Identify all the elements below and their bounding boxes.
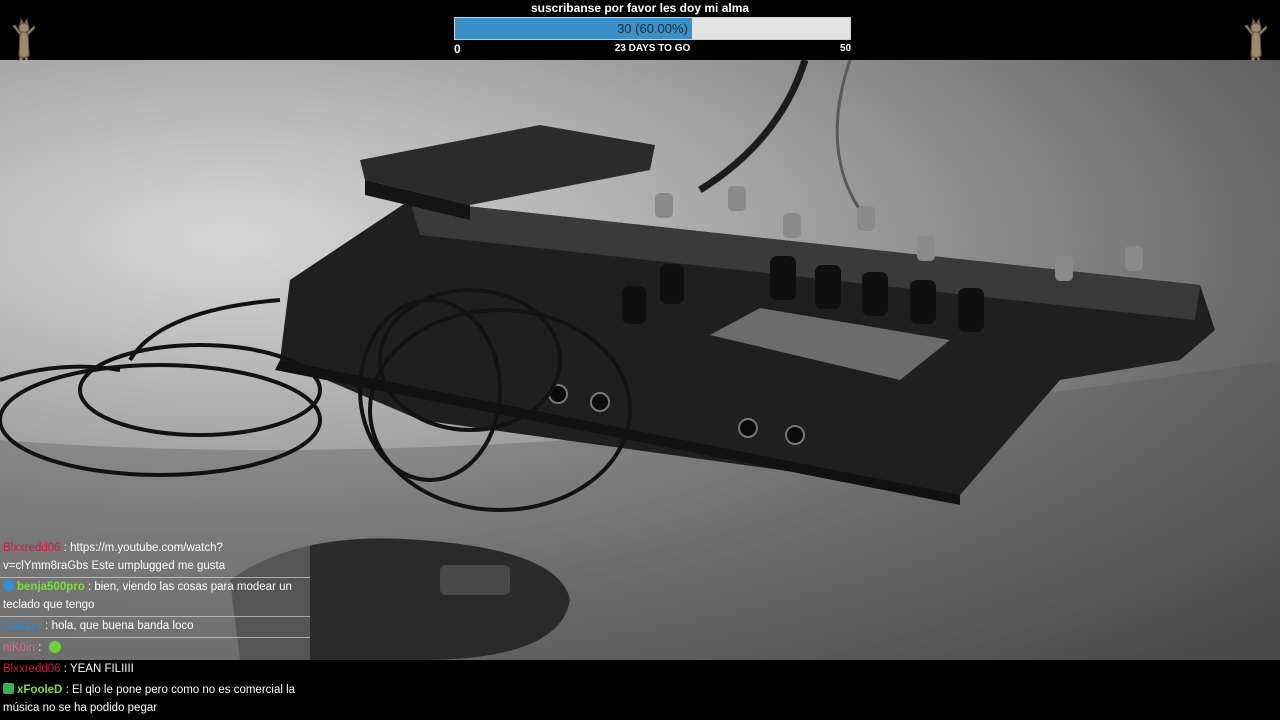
chat-text: v=clYmm8raGbs Este umplugged me gusta [3, 560, 226, 572]
chat-username: Calzzer [3, 620, 42, 632]
goal-title: suscribanse por favor les doy mi alma [530, 1, 750, 15]
moderator-badge-icon [3, 683, 14, 694]
chat-text: música no se ha podido pegar [3, 702, 158, 714]
chat-message: benja500pro : bien, viendo las cosas par… [3, 578, 305, 614]
chat-text: hola, que buena banda loco [51, 620, 194, 632]
smiley-emote-icon [48, 641, 61, 653]
chat-text: YEAN FILIIII [69, 663, 134, 675]
goal-days-left: 23 DAYS TO GO [614, 43, 691, 54]
chat-username: niK0in [3, 642, 35, 654]
chat-separator: : [34, 642, 45, 654]
goal-progress-bar: 30 (60.00%) [454, 17, 851, 40]
chat-separator: : [62, 684, 72, 696]
chat-separator: : [60, 542, 71, 554]
chat-username: xFooleD [17, 684, 63, 696]
chat-username: Blxxredd06 [3, 663, 61, 675]
goal-current-label: 30 (60.00%) [617, 21, 688, 36]
goal-widget: suscribanse por favor les doy mi alma 30… [0, 0, 1280, 76]
chat-bottom-band: Blxxredd06 : YEAN FILIIII xFooleD : El q… [0, 660, 1280, 720]
chat-message: xFooleD : El qlo le pone pero como no es… [3, 681, 305, 717]
chat-text: teclado que tengo [3, 599, 95, 611]
chat-message: niK0in : [3, 639, 305, 657]
chat-message: Blxxredd06 : https://m.youtube.com/watch… [3, 539, 305, 575]
chat-divider [0, 637, 310, 638]
chat-separator: : [60, 663, 70, 675]
chat-text: bien, viendo las cosas para modear un [94, 581, 292, 593]
chat-message: Blxxredd06 : YEAN FILIIII [3, 660, 305, 678]
chat-message: Calzzer : hola, que buena banda loco [3, 617, 305, 635]
goal-max-label: 50 [840, 43, 852, 54]
chat-username: Blxxredd06 [3, 542, 61, 554]
chat-username: benja500pro [17, 581, 85, 593]
chat-overlay: Blxxredd06 : https://m.youtube.com/watch… [0, 534, 310, 660]
chat-text: https://m.youtube.com/watch? [70, 542, 223, 554]
chat-text: El qlo le pone pero como no es comercial… [71, 684, 296, 696]
subscriber-badge-icon [3, 580, 14, 591]
chat-separator: : [41, 620, 52, 632]
chat-separator: : [84, 581, 95, 593]
